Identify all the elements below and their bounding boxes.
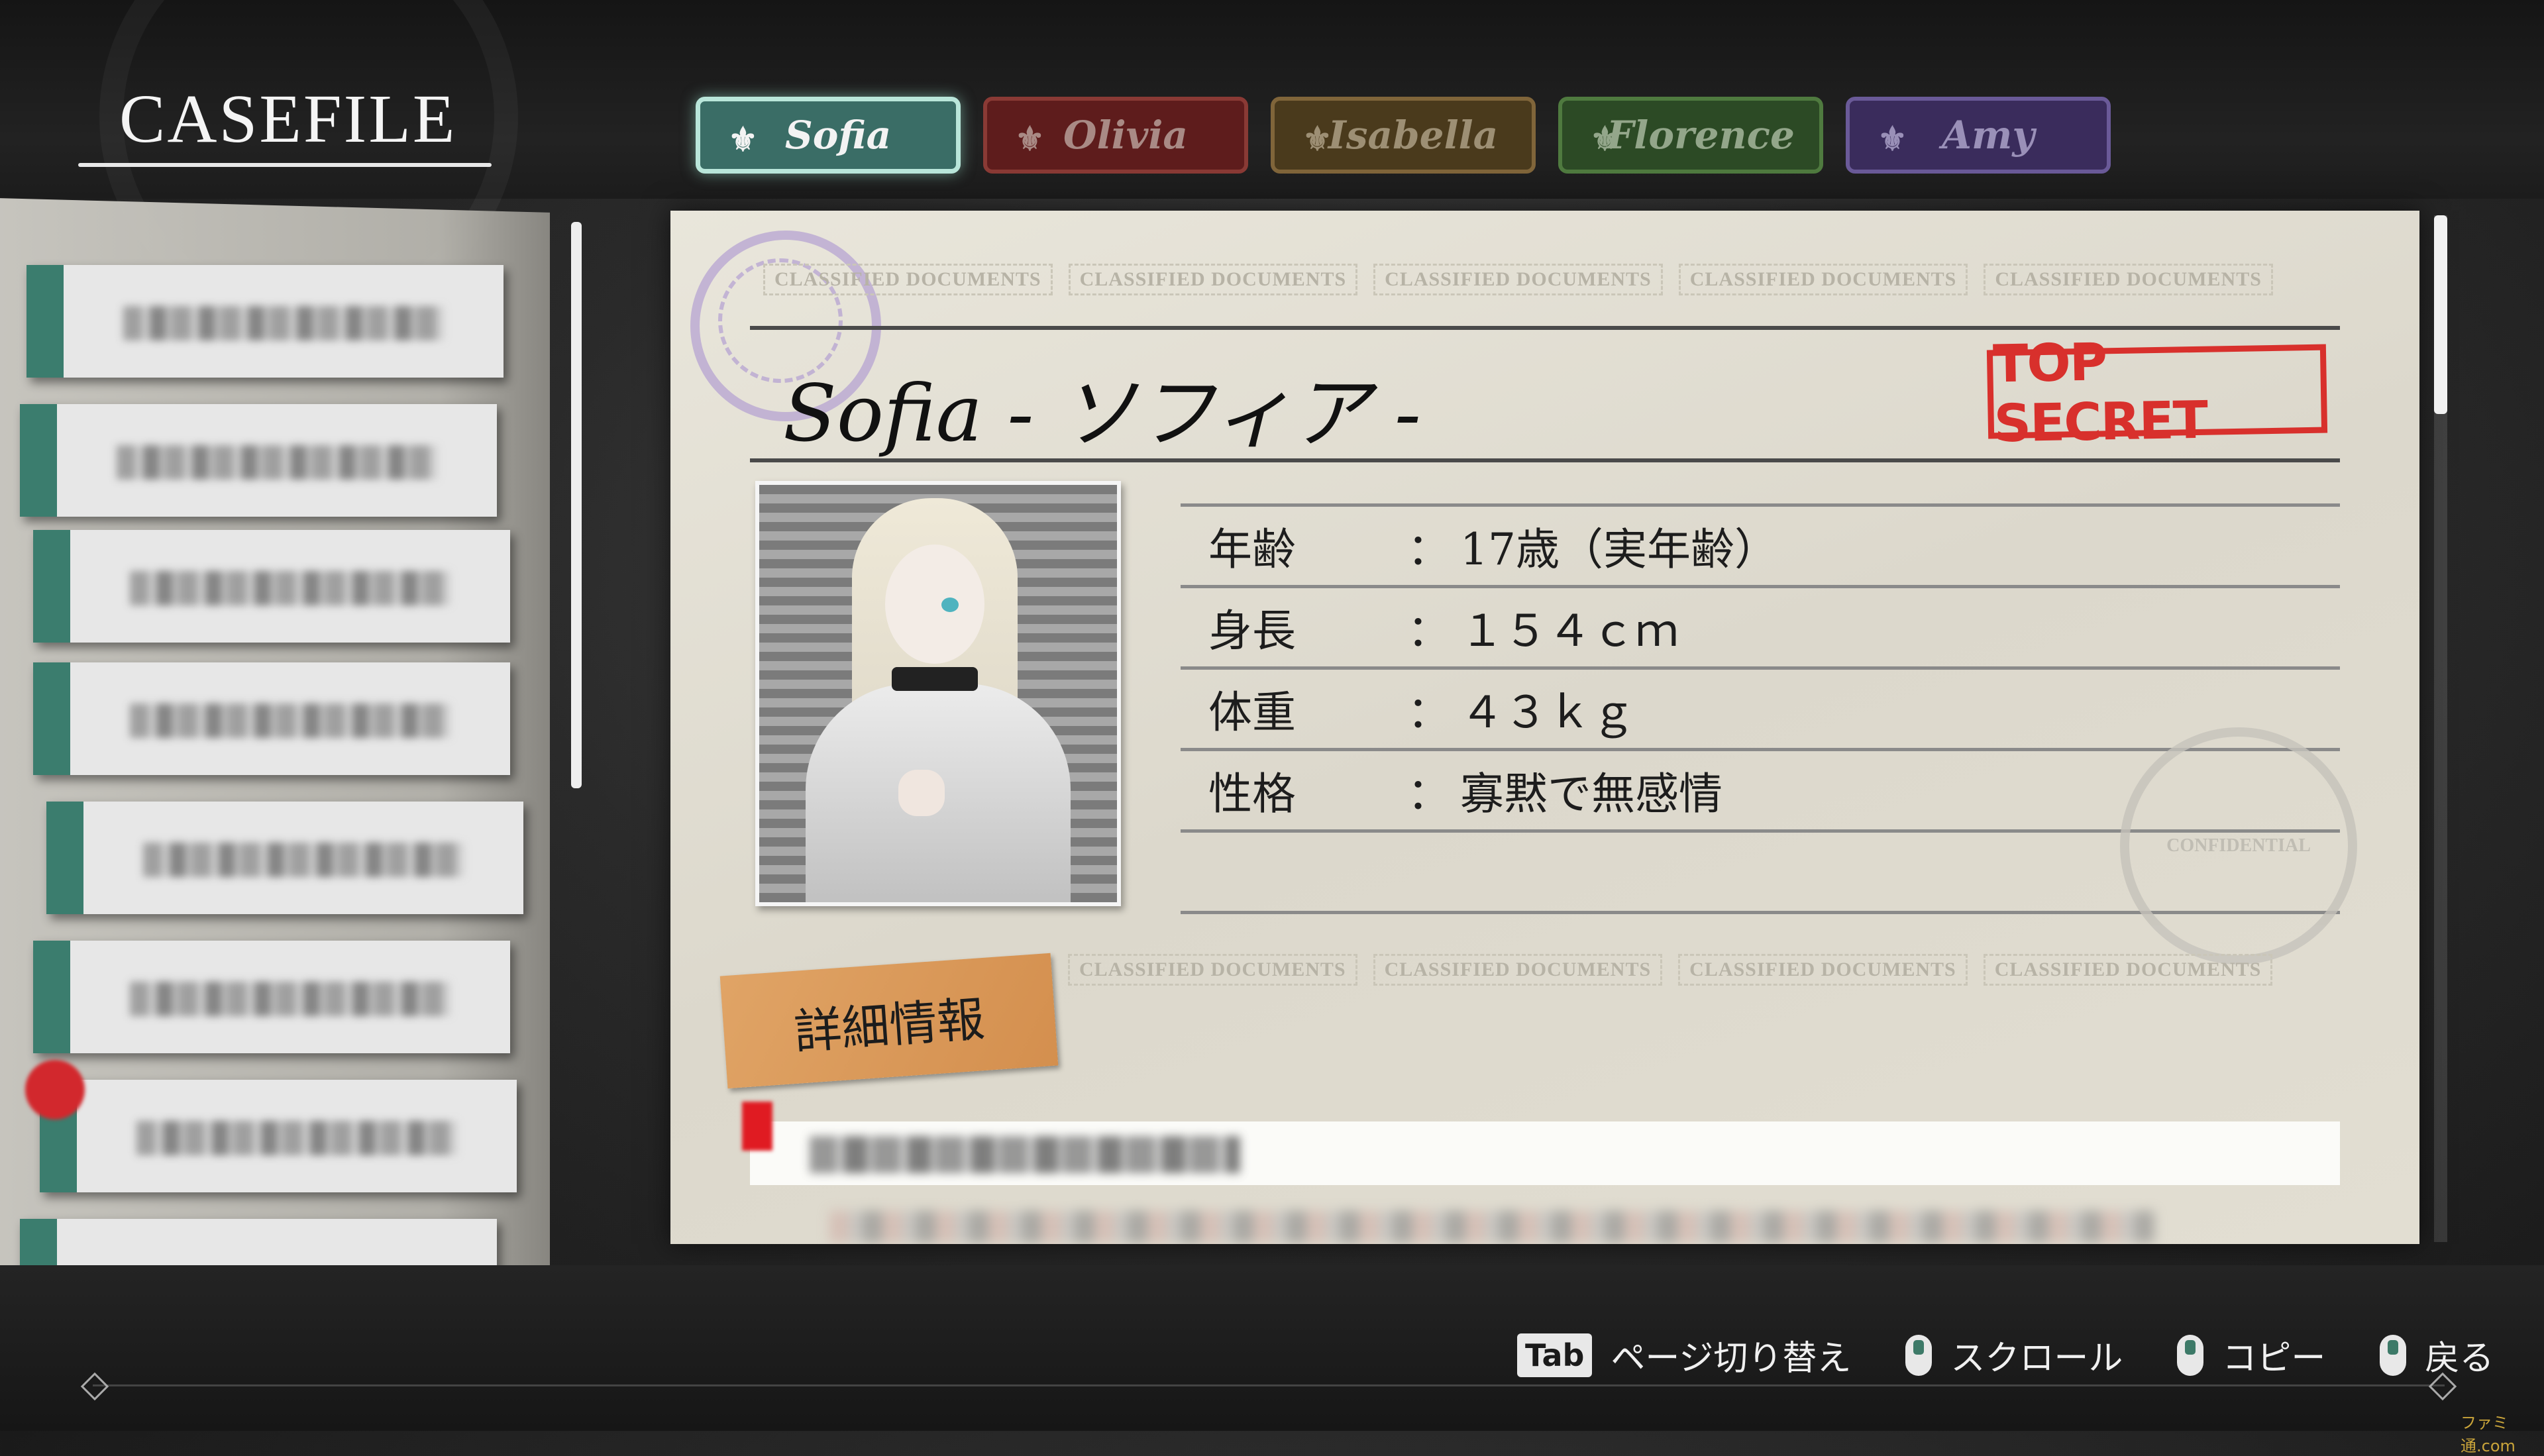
- character-portrait: [755, 481, 1121, 906]
- page-title: CASEFILE: [119, 81, 457, 157]
- case-entry[interactable]: [20, 1219, 497, 1272]
- hint-scroll[interactable]: スクロール: [1950, 1330, 2123, 1380]
- alert-badge-icon: [25, 1060, 85, 1119]
- fleur-de-lis-icon: ⚜: [1878, 119, 1907, 158]
- portrait-face: [885, 545, 984, 664]
- card-scrollbar[interactable]: [2434, 215, 2447, 414]
- stat-sep: ：: [1407, 605, 1451, 656]
- case-entry[interactable]: [33, 530, 510, 643]
- character-tabs: ⚜ Sofia ⚜ Olivia ⚜ Isabella ⚜ Florence ⚜…: [696, 97, 2111, 174]
- blurred-text: [136, 1121, 457, 1155]
- tab-label: Sofia: [784, 113, 892, 158]
- portrait-hand: [898, 770, 945, 816]
- stat-value: ４３ｋｇ: [1460, 687, 1635, 738]
- case-entry[interactable]: [26, 265, 504, 378]
- classified-label: CLASSIFIED DOCUMENTS: [763, 264, 1053, 295]
- portrait-eye: [941, 598, 959, 612]
- case-entry[interactable]: [33, 941, 510, 1053]
- stat-key: 身長: [1208, 605, 1296, 656]
- blurred-detail-text: [829, 1211, 2154, 1243]
- classified-label: CLASSIFIED DOCUMENTS: [1984, 264, 2273, 295]
- tab-olivia[interactable]: ⚜ Olivia: [983, 97, 1248, 174]
- fleur-de-lis-icon: ⚜: [1015, 119, 1045, 158]
- stat-key: 年齢: [1208, 524, 1296, 575]
- red-marker-icon: [742, 1102, 772, 1151]
- stat-row-age: 年齢 ： 17歳（実年齢）: [1181, 503, 2340, 585]
- profile-card: CLASSIFIED DOCUMENTS CLASSIFIED DOCUMENT…: [670, 211, 2419, 1244]
- classified-label: CLASSIFIED DOCUMENTS: [1678, 264, 1968, 295]
- stat-row-weight: 体重 ： ４３ｋｇ: [1181, 666, 2340, 748]
- character-name: Sofia - ソフィア -: [783, 368, 1421, 459]
- tab-label: Florence: [1607, 113, 1795, 158]
- classified-label: CLASSIFIED DOCUMENTS: [1678, 954, 1968, 986]
- fleur-de-lis-icon: ⚜: [1302, 119, 1332, 158]
- stat-key: 体重: [1208, 687, 1296, 738]
- tab-label: Olivia: [1063, 113, 1188, 158]
- stat-key: 性格: [1208, 768, 1296, 819]
- portrait-collar: [892, 667, 978, 691]
- classified-label: CLASSIFIED DOCUMENTS: [1068, 954, 1357, 986]
- tab-sofia[interactable]: ⚜ Sofia: [696, 97, 961, 174]
- hint-back[interactable]: 戻る: [2425, 1330, 2494, 1380]
- mouse-right-icon: [2380, 1334, 2407, 1376]
- tab-isabella[interactable]: ⚜ Isabella: [1271, 97, 1536, 174]
- tab-florence[interactable]: ⚜ Florence: [1558, 97, 1823, 174]
- mouse-left-icon: [2177, 1334, 2204, 1376]
- classified-label: CLASSIFIED DOCUMENTS: [1373, 264, 1663, 295]
- stat-sep: ：: [1407, 524, 1451, 575]
- top-secret-stamp: TOP SECRET: [1986, 333, 2328, 454]
- blurred-text: [130, 571, 450, 605]
- divider: [750, 326, 2340, 330]
- stat-sep: ：: [1407, 768, 1451, 819]
- tab-amy[interactable]: ⚜ Amy: [1846, 97, 2111, 174]
- hint-copy[interactable]: コピー: [2222, 1330, 2325, 1380]
- control-hints: Tab ページ切り替え スクロール コピー 戻る: [1517, 1330, 2494, 1380]
- site-watermark: ファミ通.com: [2461, 1414, 2516, 1455]
- case-entry[interactable]: [20, 404, 497, 517]
- blurred-text: [130, 982, 450, 1016]
- stat-value: １５４ｃｍ: [1460, 605, 1679, 656]
- classified-strip-bottom: CLASSIFIED DOCUMENTS CLASSIFIED DOCUMENT…: [1068, 954, 2273, 986]
- classified-label: CLASSIFIED DOCUMENTS: [1068, 264, 1358, 295]
- fleur-de-lis-icon: ⚜: [1590, 119, 1620, 158]
- fleur-de-lis-icon: ⚜: [728, 120, 758, 159]
- blurred-text: [117, 445, 437, 480]
- bottom-divider: [93, 1384, 2445, 1386]
- case-entry[interactable]: [46, 802, 523, 914]
- confidential-seal: CONFIDENTIAL: [2120, 727, 2357, 964]
- classified-label: CLASSIFIED DOCUMENTS: [1983, 954, 2273, 986]
- tab-key-icon: Tab: [1517, 1333, 1593, 1377]
- mouse-wheel-icon: [1905, 1334, 1933, 1376]
- blurred-detail-line: [750, 1121, 2340, 1185]
- stat-value: 寡黙で無感情: [1460, 768, 1722, 819]
- classified-strip-top: CLASSIFIED DOCUMENTS CLASSIFIED DOCUMENT…: [763, 264, 2273, 295]
- blurred-text: [143, 843, 464, 877]
- blurred-text: [130, 703, 450, 738]
- hint-page-switch[interactable]: ページ切り替え: [1611, 1330, 1851, 1380]
- tab-label: Amy: [1941, 113, 2035, 158]
- title-underline: [78, 163, 492, 167]
- list-scrollbar[interactable]: [571, 222, 582, 788]
- stat-value: 17歳（実年齢）: [1460, 524, 1778, 575]
- case-entry[interactable]: [33, 662, 510, 775]
- detail-info-tag: 詳細情報: [719, 953, 1059, 1089]
- stat-row-height: 身長 ： １５４ｃｍ: [1181, 585, 2340, 666]
- case-entry[interactable]: [40, 1080, 517, 1192]
- tab-label: Isabella: [1328, 113, 1499, 158]
- classified-label: CLASSIFIED DOCUMENTS: [1373, 954, 1663, 986]
- confidential-label: CONFIDENTIAL: [2166, 835, 2311, 856]
- stat-sep: ：: [1407, 687, 1451, 738]
- blurred-text: [810, 1136, 1240, 1173]
- divider: [750, 458, 2340, 462]
- blurred-text: [123, 306, 444, 340]
